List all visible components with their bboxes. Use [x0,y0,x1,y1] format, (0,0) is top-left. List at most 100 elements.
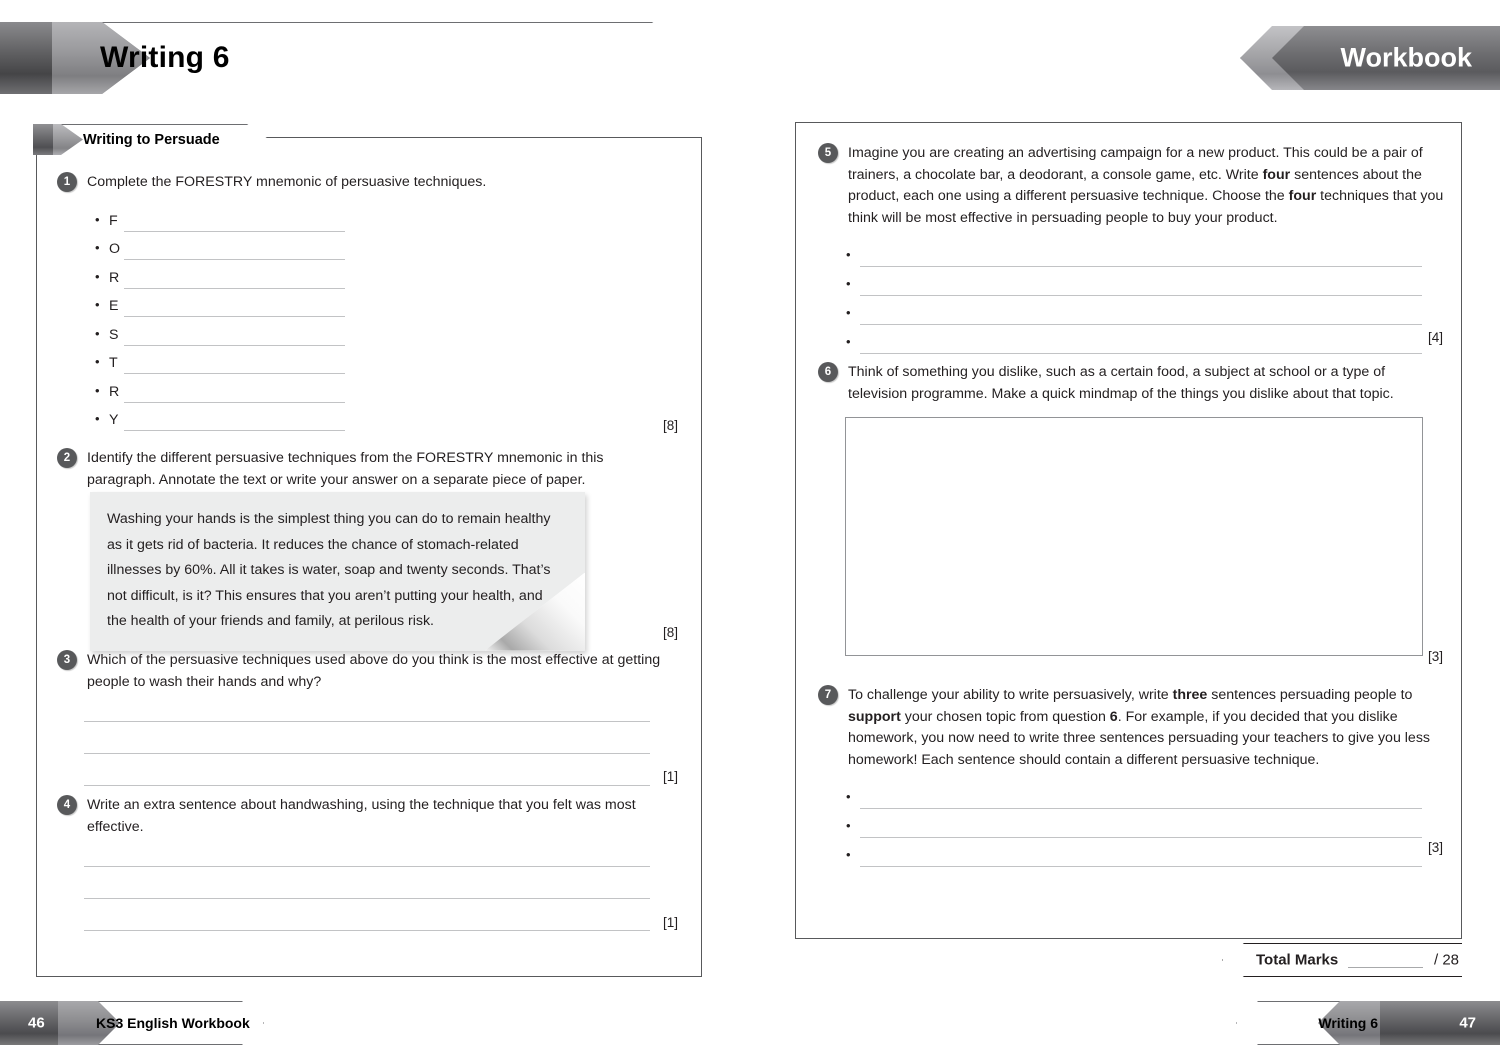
bullet-icon: • [95,382,100,398]
workbook-badge-label: Workbook [1340,42,1472,73]
question-number: 6 [818,362,838,382]
mnemonic-letter: R [109,269,120,286]
writing-line[interactable] [860,824,1422,838]
section-title: Writing to Persuade [83,131,220,148]
answer-bullets-q7: • • • [846,780,1422,867]
list-item[interactable]: • [846,325,1422,354]
writing-line[interactable] [84,899,650,931]
writing-line[interactable] [124,417,345,431]
list-item[interactable]: • Y [95,403,345,431]
footer-title-left: KS3 English Workbook [96,1015,250,1031]
list-item[interactable]: • O [95,232,345,260]
bullet-icon: • [846,276,851,291]
writing-line[interactable] [860,311,1422,325]
writing-line[interactable] [124,218,345,232]
list-item[interactable]: • R [95,260,345,289]
question-2: 2 Identify the different persuasive tech… [57,448,657,491]
answer-lines-q3 [84,690,650,786]
question-4: 4 Write an extra sentence about handwash… [57,795,662,838]
writing-line[interactable] [124,360,345,374]
writing-line[interactable] [124,275,345,289]
writing-line[interactable] [860,853,1422,867]
marks-badge: [3] [1428,840,1444,855]
total-marks-out-of: / 28 [1434,951,1460,969]
forestry-mnemonic-list: • F • O • R • E • S • T • R • Y [95,203,345,431]
question-7: 7 To challenge your ability to write per… [818,685,1438,771]
writing-line[interactable] [84,835,650,867]
question-text: Imagine you are creating an advertising … [848,145,1444,226]
question-text: Complete the FORESTRY mnemonic of persua… [87,174,487,190]
marks-badge: [3] [1428,649,1444,664]
writing-line[interactable] [84,690,650,722]
bullet-icon: • [846,305,851,320]
question-text: Which of the persuasive techniques used … [87,652,661,690]
list-item[interactable]: • [846,238,1422,267]
passage-card-body: Washing your hands is the simplest thing… [90,492,585,651]
mnemonic-letter: T [109,355,118,371]
mindmap-answer-box[interactable] [845,417,1423,656]
bullet-icon: • [95,325,100,341]
question-number: 3 [57,650,77,670]
question-number: 7 [818,685,838,705]
section-tab: Writing to Persuade [33,124,269,155]
writing-line[interactable] [84,754,650,786]
writing-line[interactable] [124,332,345,346]
marks-badge: [4] [1428,330,1444,345]
mnemonic-letter: S [109,326,119,343]
list-item[interactable]: • R [95,374,345,403]
mnemonic-letter: F [109,212,118,229]
marks-badge: [8] [663,418,679,433]
list-item[interactable]: • [846,809,1422,838]
total-marks-label: Total Marks [1256,951,1339,969]
bullet-icon: • [846,334,851,349]
question-number: 5 [818,143,838,163]
marks-badge: [1] [663,769,679,784]
writing-line[interactable] [860,340,1422,354]
writing-line[interactable] [860,282,1422,296]
total-marks-input-line[interactable] [1348,967,1423,968]
bullet-icon: • [846,818,851,833]
bullet-icon: • [95,211,100,227]
list-item[interactable]: • [846,780,1422,809]
total-marks-tab: Total Marks / 28 [1222,943,1462,977]
writing-line[interactable] [124,246,345,260]
list-item[interactable]: • [846,267,1422,296]
marks-badge: [8] [663,625,679,640]
page-header-badge: Workbook [1240,26,1500,90]
page-number-right: 47 [1459,1014,1476,1032]
footer-right: Writing 6 47 [1236,1001,1500,1045]
mnemonic-letter: E [109,298,119,314]
list-item[interactable]: • [846,296,1422,325]
bullet-icon: • [95,354,100,369]
question-6: 6 Think of something you dislike, such a… [818,362,1423,405]
answer-lines-q4 [84,835,650,931]
writing-line[interactable] [124,303,345,317]
question-number: 1 [57,172,77,192]
question-text: Think of something you dislike, such as … [848,364,1394,402]
writing-line[interactable] [860,253,1422,267]
question-text: Write an extra sentence about handwashin… [87,797,636,835]
writing-line[interactable] [84,867,650,899]
list-item[interactable]: • F [95,203,345,232]
list-item[interactable]: • T [95,346,345,374]
workbook-spread: Writing 6 Workbook Writing to Persuade 1… [0,0,1500,1061]
writing-line[interactable] [124,389,345,403]
question-5: 5 Imagine you are creating an advertisin… [818,143,1448,229]
footer-left: 46 KS3 English Workbook [0,1001,264,1045]
passage-text: Washing your hands is the simplest thing… [107,511,551,629]
bullet-icon: • [846,247,851,262]
bullet-icon: • [95,411,100,426]
question-number: 2 [57,448,77,468]
writing-line[interactable] [860,795,1422,809]
page-number-left: 46 [28,1014,45,1032]
writing-line[interactable] [84,722,650,754]
bullet-icon: • [95,297,100,312]
mnemonic-letter: O [109,241,121,257]
bullet-icon: • [95,268,100,284]
list-item[interactable]: • [846,838,1422,867]
question-text: To challenge your ability to write persu… [848,687,1431,768]
list-item[interactable]: • S [95,317,345,346]
answer-bullets-q5: • • • • [846,238,1422,354]
question-1: 1 Complete the FORESTRY mnemonic of pers… [57,172,667,194]
list-item[interactable]: • E [95,289,345,317]
